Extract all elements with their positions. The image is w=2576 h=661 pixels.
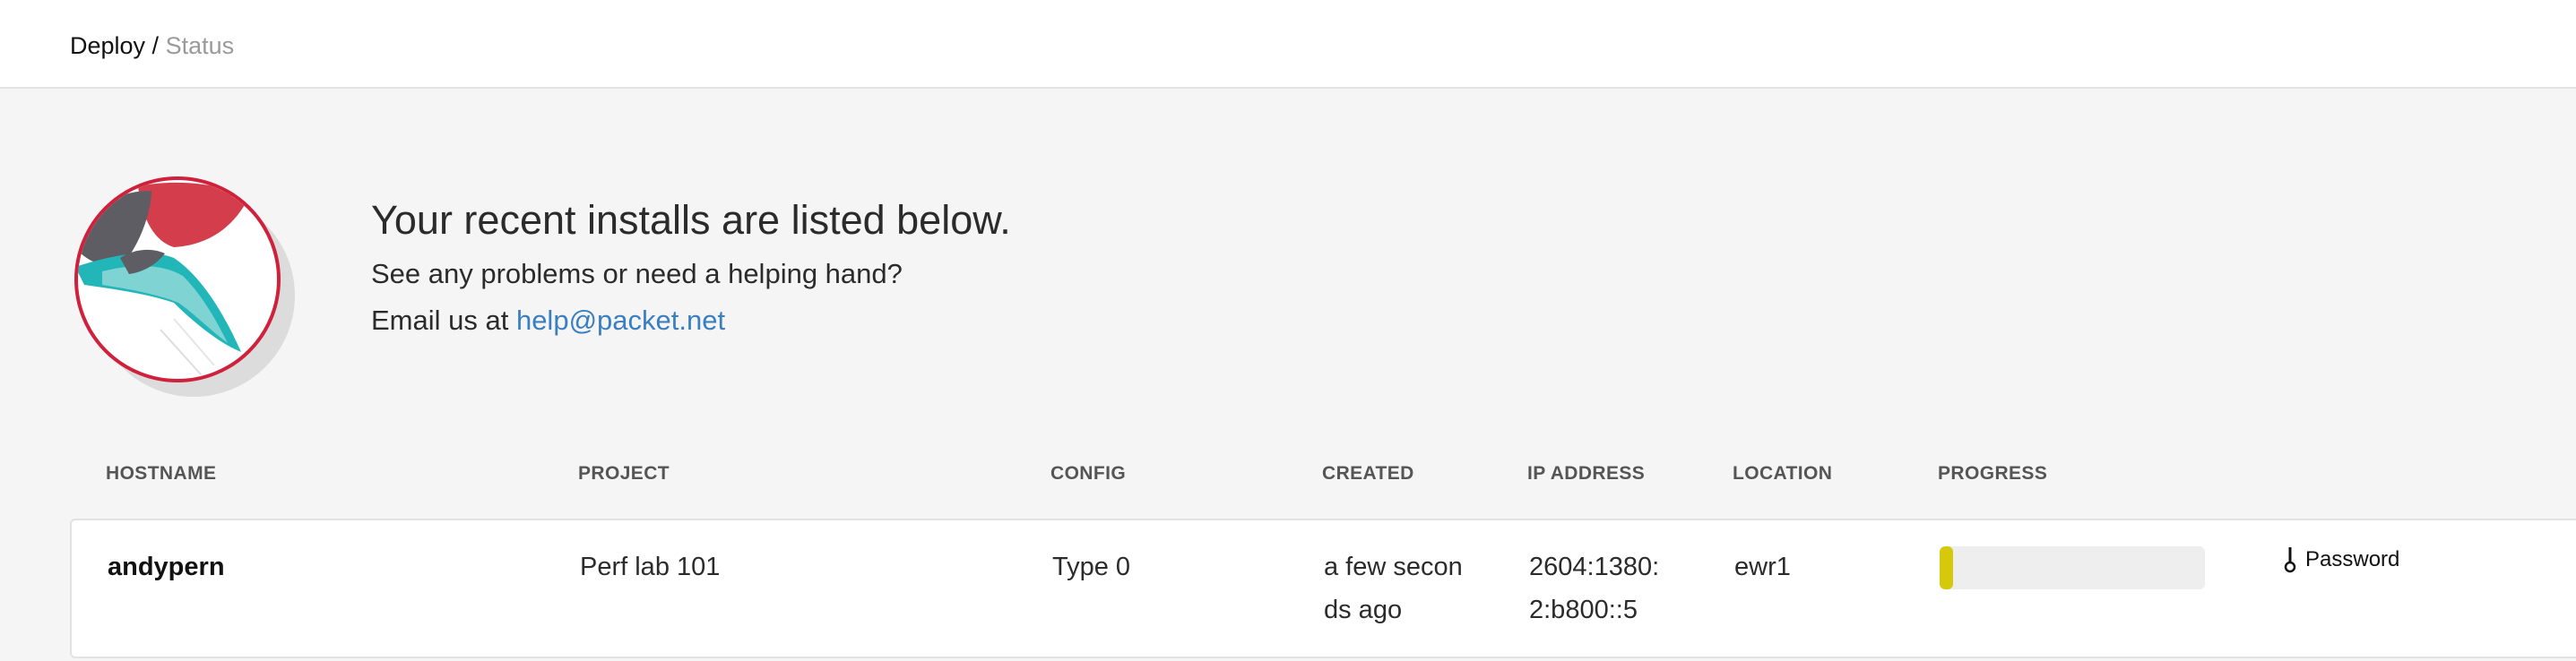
table-row[interactable]: andypern Perf lab 101 Type 0 a few secon… bbox=[70, 519, 2576, 658]
hero-email-line: Email us at help@packet.net bbox=[371, 303, 725, 339]
column-header-project: PROJECT bbox=[578, 463, 670, 484]
location-cell: ewr1 bbox=[1734, 553, 1791, 581]
ip-line-1: 2604:1380: bbox=[1529, 553, 1660, 581]
column-header-ip-address: IP ADDRESS bbox=[1527, 463, 1646, 484]
top-bar: Deploy / Status bbox=[0, 0, 2576, 89]
column-header-config: CONFIG bbox=[1050, 463, 1127, 484]
column-header-hostname: HOSTNAME bbox=[106, 463, 217, 484]
ip-line-2: 2:b800::5 bbox=[1529, 596, 1638, 624]
ip-address-cell: 2604:1380: 2:b800::5 bbox=[1529, 545, 1659, 631]
key-icon bbox=[2284, 547, 2296, 573]
created-line-1: a few secon bbox=[1324, 553, 1463, 581]
column-header-progress: PROGRESS bbox=[1938, 463, 2048, 484]
breadcrumb-status: Status bbox=[165, 32, 235, 59]
created-line-2: ds ago bbox=[1324, 596, 1403, 624]
progress-bar bbox=[1940, 546, 2205, 589]
hero-help-text: See any problems or need a helping hand? bbox=[371, 258, 903, 289]
support-email-link[interactable]: help@packet.net bbox=[516, 305, 725, 336]
breadcrumb: Deploy / Status bbox=[70, 30, 234, 61]
progress-bar-fill bbox=[1940, 546, 1953, 589]
breadcrumb-deploy[interactable]: Deploy bbox=[70, 32, 145, 59]
project-cell: Perf lab 101 bbox=[580, 553, 721, 581]
email-prefix: Email us at bbox=[371, 305, 516, 336]
config-cell: Type 0 bbox=[1052, 553, 1131, 581]
column-header-created: CREATED bbox=[1322, 463, 1414, 484]
hostname-cell[interactable]: andypern bbox=[108, 545, 225, 588]
password-label: Password bbox=[2305, 547, 2400, 571]
created-cell: a few secon ds ago bbox=[1324, 545, 1463, 631]
column-header-location: LOCATION bbox=[1733, 463, 1833, 484]
breadcrumb-separator: / bbox=[145, 32, 166, 59]
password-button[interactable]: Password bbox=[2282, 542, 2399, 578]
hero-title: Your recent installs are listed below. bbox=[371, 197, 1011, 243]
packet-bird-logo-icon bbox=[74, 176, 295, 397]
